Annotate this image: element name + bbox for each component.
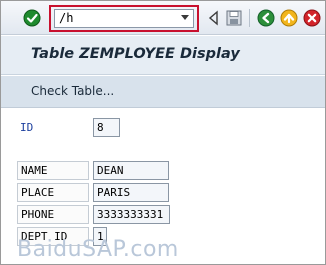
save-icon[interactable] (225, 9, 243, 27)
command-field-value: /h (59, 11, 74, 25)
phone-field[interactable]: 3333333331 (93, 205, 170, 224)
exit-icon[interactable] (280, 9, 298, 27)
cancel-icon[interactable] (303, 9, 321, 27)
dropdown-arrow-icon[interactable] (181, 15, 189, 20)
check-table-button[interactable]: Check Table... (31, 84, 114, 98)
page-title: Table ZEMPLOYEE Display (31, 46, 240, 62)
place-field[interactable]: PARIS (93, 183, 169, 202)
system-toolbar: /h (1, 1, 325, 35)
watermark-logo: BaiduSAP.com (17, 237, 179, 262)
id-field[interactable]: 8 (93, 118, 120, 137)
check-icon[interactable] (23, 9, 41, 27)
back-icon[interactable] (257, 9, 275, 27)
name-label: NAME (17, 161, 89, 180)
title-bar: Table ZEMPLOYEE Display (1, 36, 325, 75)
phone-label: PHONE (17, 205, 89, 224)
id-label: ID (20, 121, 34, 134)
application-toolbar: Check Table... (1, 76, 325, 108)
back-triangle-icon[interactable] (205, 9, 223, 27)
place-label: PLACE (17, 183, 89, 202)
sap-window: /h Table ZEMPLOYEE Display Check Table..… (0, 0, 326, 265)
toolbar-separator (249, 9, 250, 27)
name-field[interactable]: DEAN (93, 161, 169, 180)
command-field[interactable]: /h (54, 9, 194, 28)
